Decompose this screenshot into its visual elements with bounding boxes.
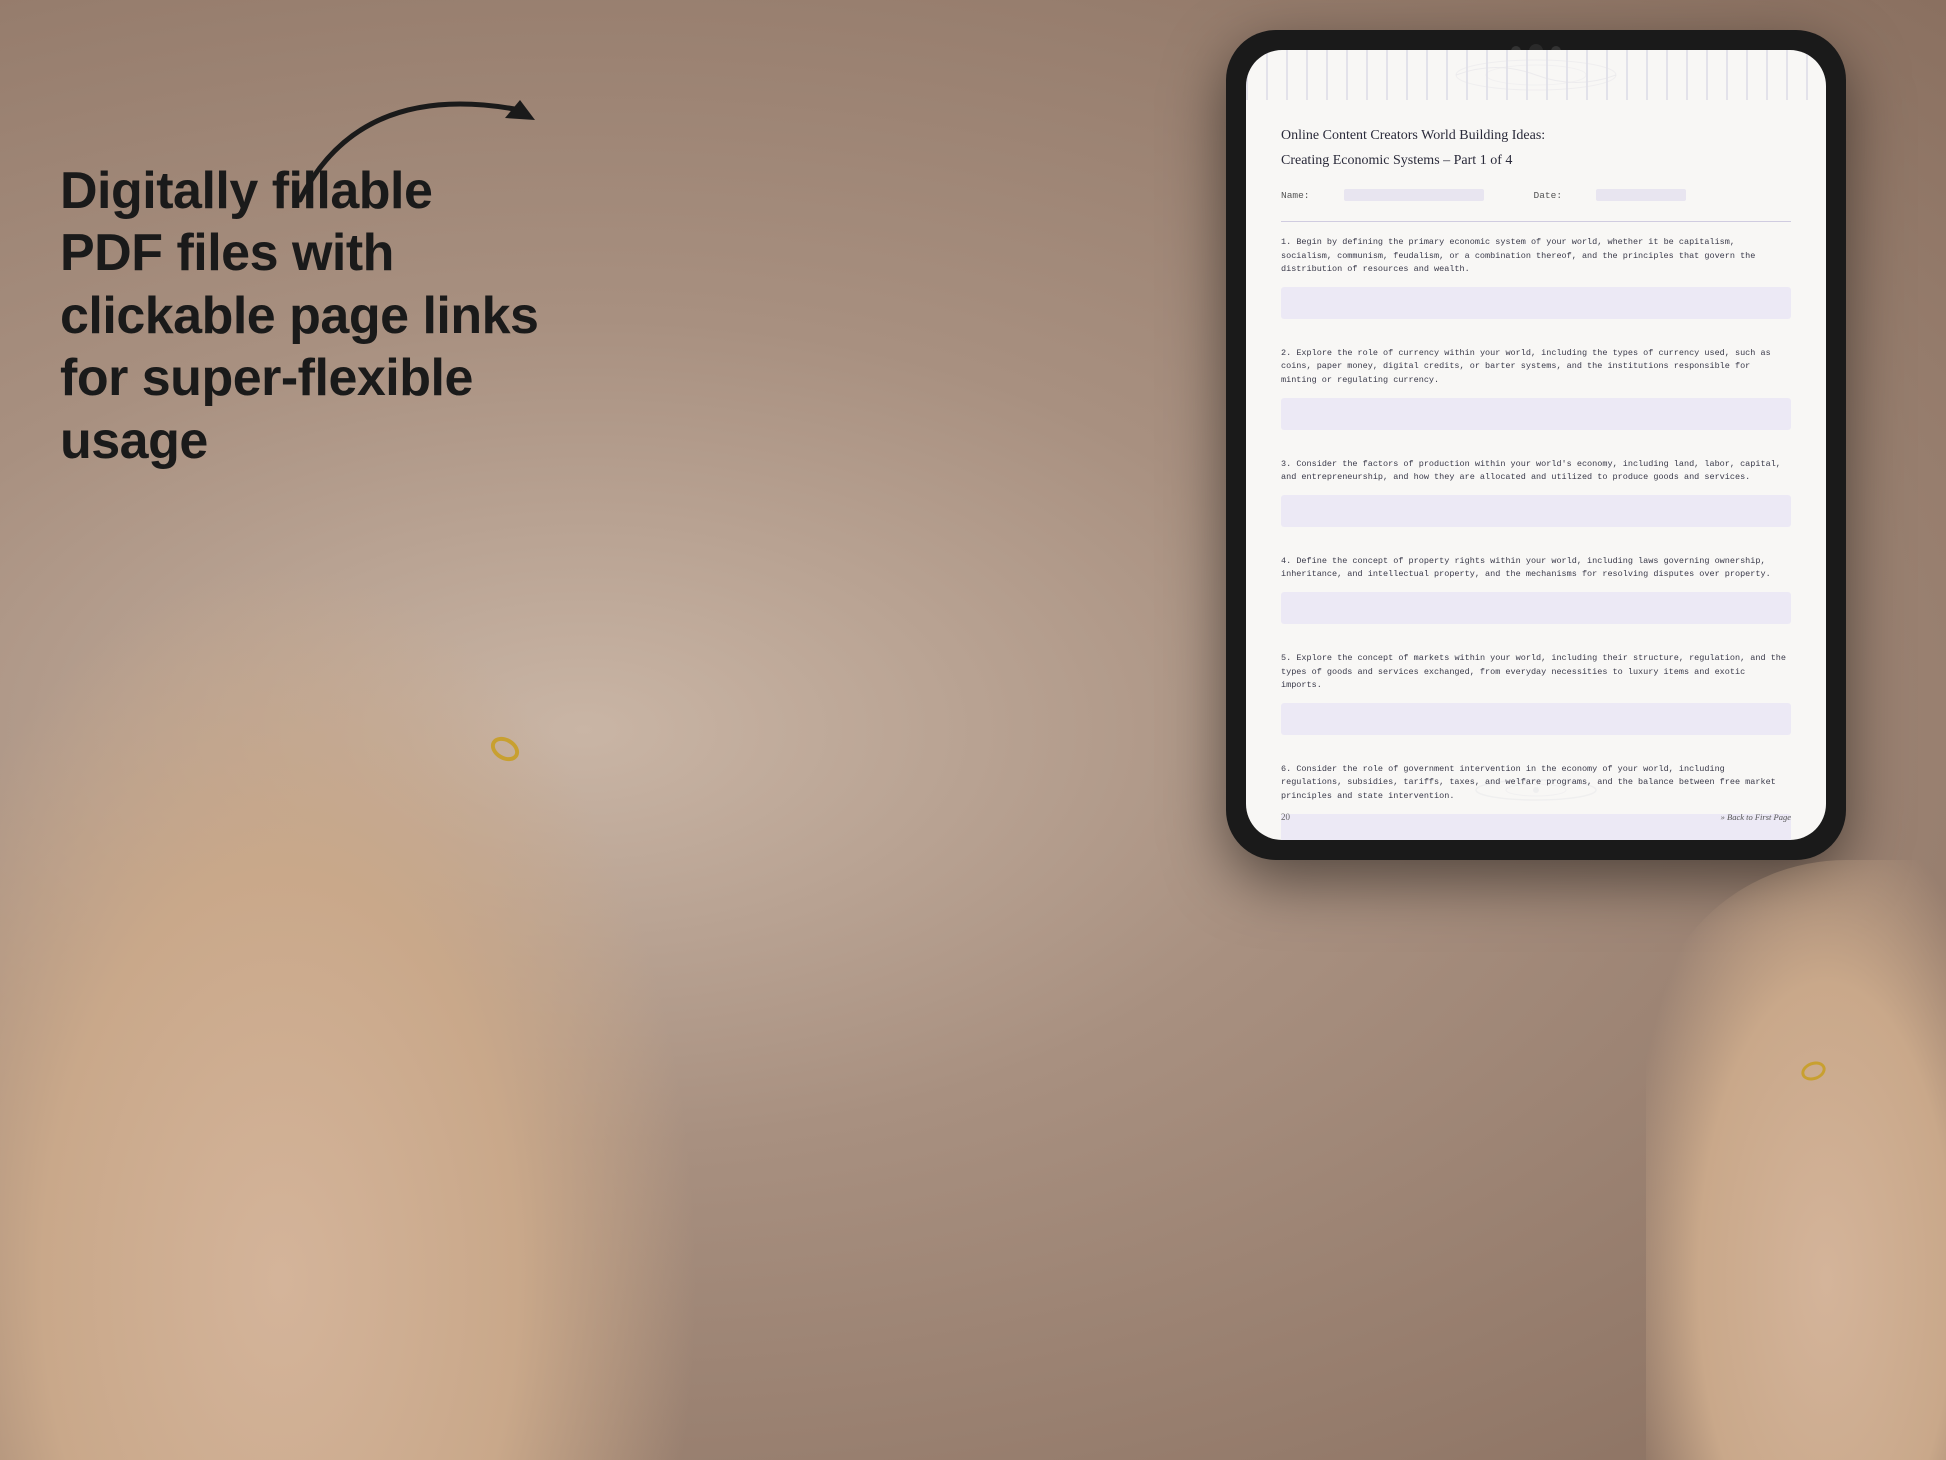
pdf-item-1: 1. Begin by defining the primary economi…	[1281, 236, 1791, 319]
pdf-item-5-text: 5. Explore the concept of markets within…	[1281, 652, 1791, 693]
pdf-answer-box-5[interactable]	[1281, 703, 1791, 735]
pdf-answer-box-3[interactable]	[1281, 495, 1791, 527]
pdf-item-2: 2. Explore the role of currency within y…	[1281, 347, 1791, 430]
pdf-answer-box-2[interactable]	[1281, 398, 1791, 430]
tablet-frame: Online Content Creators World Building I…	[1226, 30, 1846, 860]
page-number: 20	[1281, 812, 1290, 822]
pdf-answer-box-4[interactable]	[1281, 592, 1791, 624]
tablet-screen: Online Content Creators World Building I…	[1246, 50, 1826, 840]
curved-arrow-icon	[280, 60, 580, 220]
pdf-item-1-text: 1. Begin by defining the primary economi…	[1281, 236, 1791, 277]
pdf-title-section: Online Content Creators World Building I…	[1281, 125, 1791, 171]
pdf-title-line1: Online Content Creators World Building I…	[1281, 125, 1791, 146]
name-field[interactable]	[1344, 189, 1484, 201]
pdf-content: Online Content Creators World Building I…	[1246, 50, 1826, 840]
pdf-title-line2: Creating Economic Systems – Part 1 of 4	[1281, 150, 1791, 171]
date-label: Date:	[1534, 190, 1563, 201]
hand-left	[0, 560, 700, 1460]
pdf-answer-box-1[interactable]	[1281, 287, 1791, 319]
name-label: Name:	[1281, 190, 1310, 201]
pdf-bottom-decoration	[1246, 775, 1826, 805]
pdf-item-2-text: 2. Explore the role of currency within y…	[1281, 347, 1791, 388]
pdf-item-4-text: 4. Define the concept of property rights…	[1281, 555, 1791, 582]
date-field[interactable]	[1596, 189, 1686, 201]
pdf-footer: 20 » Back to First Page	[1281, 812, 1791, 822]
hand-right	[1646, 860, 1946, 1460]
pdf-divider	[1281, 221, 1791, 222]
arrow-container	[280, 60, 580, 220]
pdf-item-3-text: 3. Consider the factors of production wi…	[1281, 458, 1791, 485]
bottom-ornament-icon	[1436, 778, 1636, 803]
pdf-name-date-row: Name: Date:	[1281, 189, 1791, 201]
pdf-item-4: 4. Define the concept of property rights…	[1281, 555, 1791, 624]
pdf-item-3: 3. Consider the factors of production wi…	[1281, 458, 1791, 527]
pdf-item-5: 5. Explore the concept of markets within…	[1281, 652, 1791, 735]
back-to-first-page-link[interactable]: » Back to First Page	[1721, 812, 1791, 822]
